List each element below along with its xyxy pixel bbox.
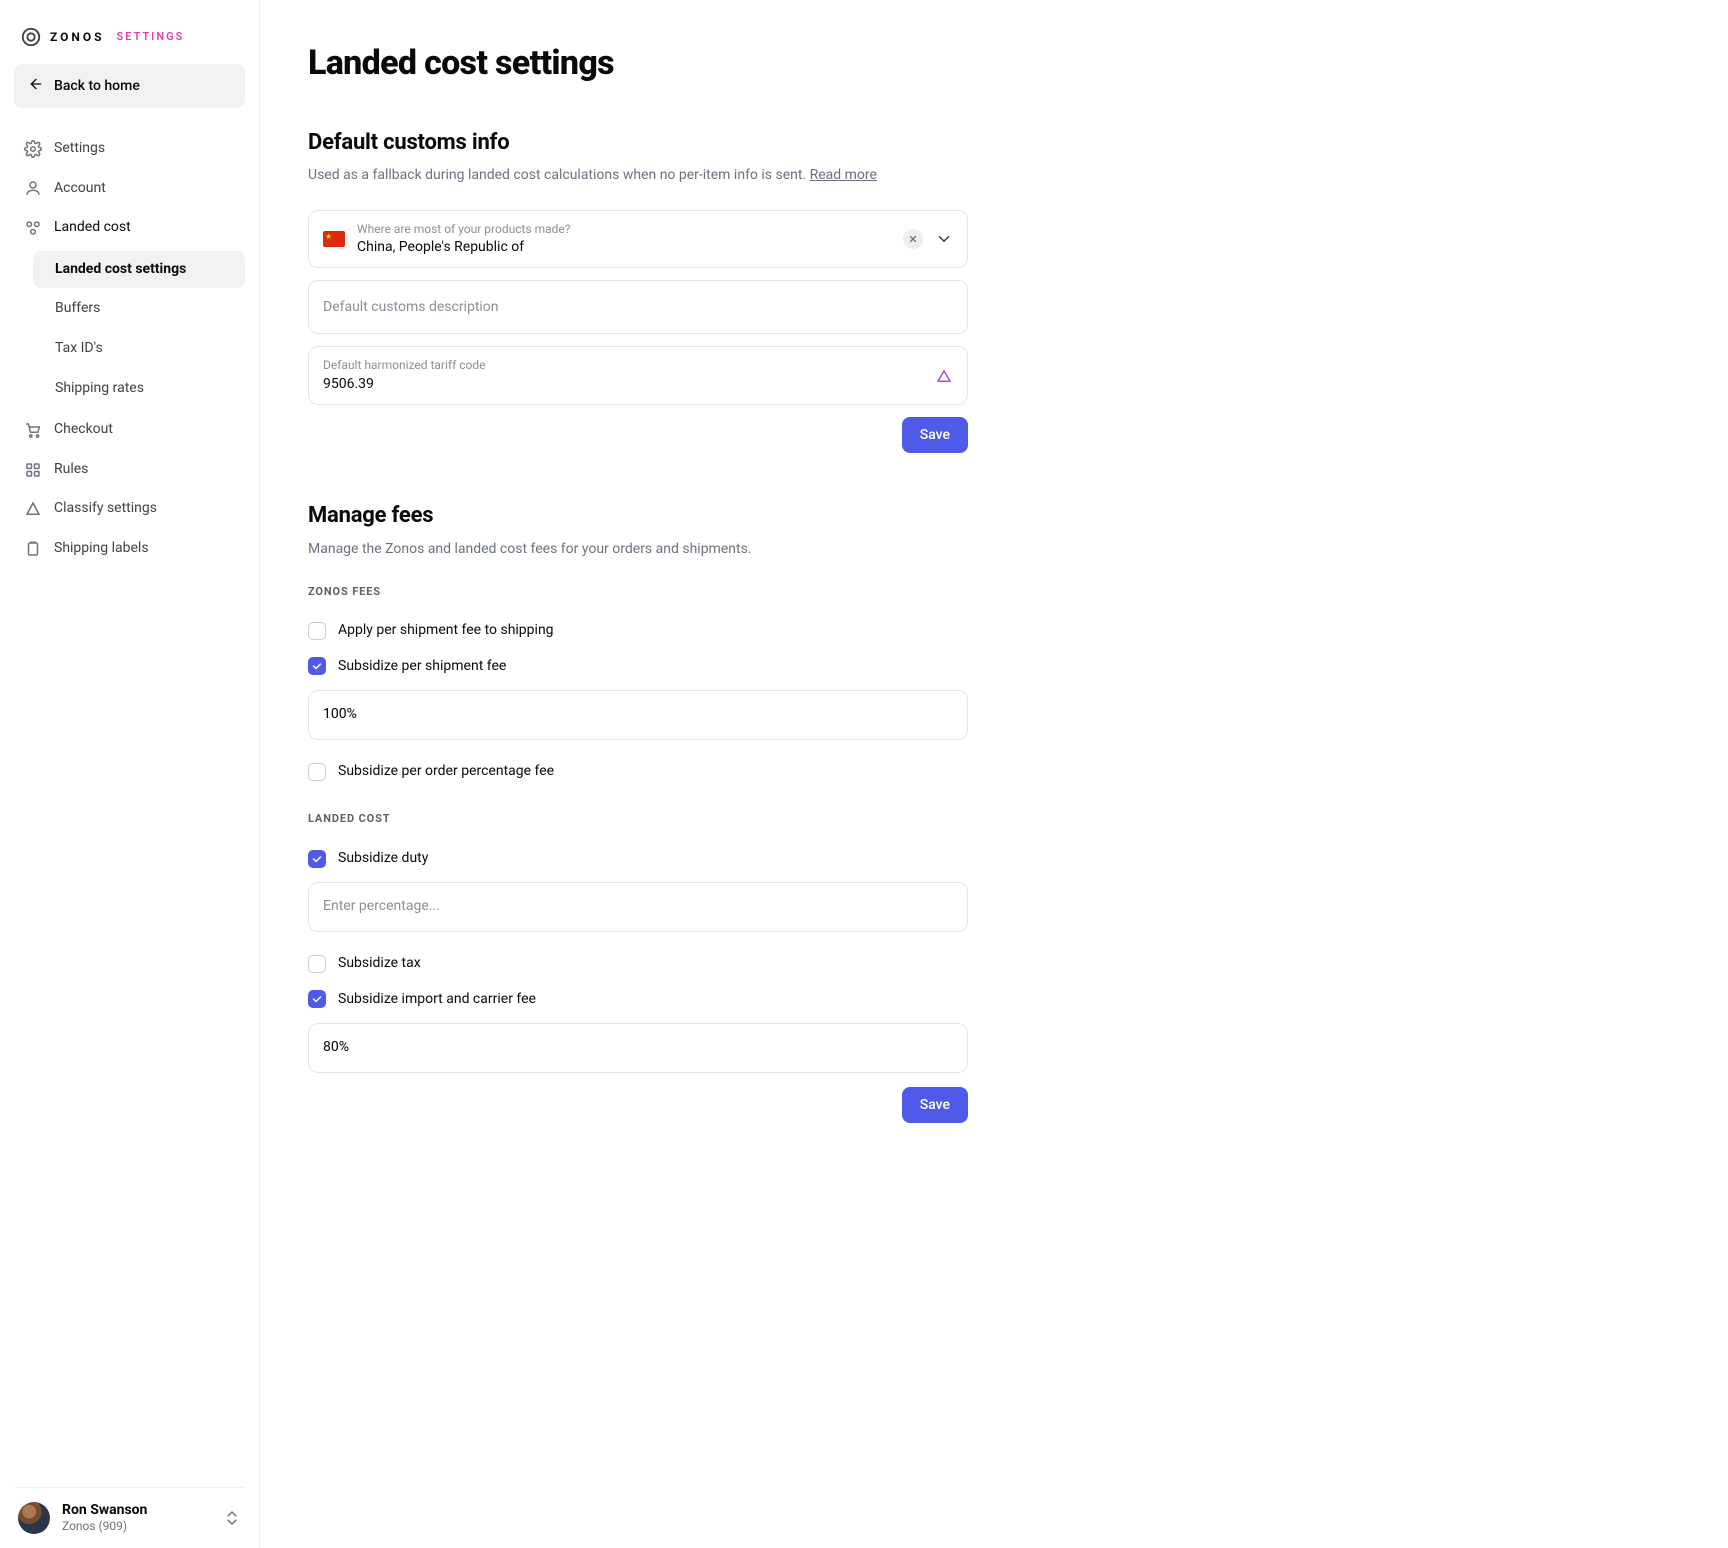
per-shipment-pct-field[interactable]: [308, 690, 968, 740]
subnav-tax-ids[interactable]: Tax ID's: [33, 330, 245, 368]
sidebar-item-checkout[interactable]: Checkout: [14, 411, 245, 449]
sidebar: ZONOS SETTINGS Back to home Settings Acc…: [0, 0, 260, 1548]
section-desc-fees: Manage the Zonos and landed cost fees fo…: [308, 540, 968, 560]
check-label: Subsidize per shipment fee: [338, 657, 506, 677]
triangle-icon: [24, 500, 42, 518]
cart-icon: [24, 421, 42, 439]
duty-pct-input[interactable]: [323, 898, 953, 914]
per-shipment-pct-input[interactable]: [323, 706, 953, 722]
back-label: Back to home: [54, 78, 140, 94]
chevron-down-icon: [935, 230, 953, 248]
check-label: Subsidize tax: [338, 954, 421, 974]
chevrons-up-down-icon: [223, 1509, 241, 1527]
sidebar-item-label: Account: [54, 179, 106, 199]
customs-description-field[interactable]: [308, 280, 968, 334]
subsidize-import-checkbox[interactable]: [308, 990, 326, 1008]
user-switcher[interactable]: Ron Swanson Zonos (909): [14, 1487, 245, 1534]
origin-value: China, People's Republic of: [357, 238, 891, 258]
section-desc-customs: Used as a fallback during landed cost ca…: [308, 166, 968, 186]
sidebar-item-label: Shipping labels: [54, 539, 149, 559]
user-icon: [24, 179, 42, 197]
subnav-landed-cost-settings[interactable]: Landed cost settings: [33, 251, 245, 289]
user-name: Ron Swanson: [62, 1502, 211, 1519]
desc-text: Used as a fallback during landed cost ca…: [308, 167, 810, 183]
duty-pct-field[interactable]: [308, 882, 968, 932]
landed-cost-header: LANDED COST: [308, 811, 968, 826]
subnav-buffers[interactable]: Buffers: [33, 290, 245, 328]
tariff-field[interactable]: Default harmonized tariff code: [308, 346, 968, 405]
landed-cost-icon: [24, 219, 42, 237]
sidebar-item-label: Landed cost: [54, 218, 131, 238]
sidebar-item-classify[interactable]: Classify settings: [14, 490, 245, 528]
user-org: Zonos (909): [62, 1519, 211, 1533]
arrow-left-icon: [28, 76, 44, 96]
check-label: Apply per shipment fee to shipping: [338, 621, 554, 641]
gear-icon: [24, 140, 42, 158]
checkbox-row-apply-per-shipment: Apply per shipment fee to shipping: [308, 613, 968, 649]
sidebar-item-shipping-labels[interactable]: Shipping labels: [14, 530, 245, 568]
china-flag-icon: [323, 231, 345, 247]
subnav-label: Landed cost settings: [55, 261, 186, 277]
classify-triangle-icon: [935, 367, 953, 385]
tariff-input[interactable]: [323, 374, 923, 394]
sidebar-item-label: Rules: [54, 460, 88, 480]
section-heading-customs: Default customs info: [308, 128, 968, 159]
import-pct-input[interactable]: [323, 1039, 953, 1055]
clipboard-icon: [24, 540, 42, 558]
check-label: Subsidize per order percentage fee: [338, 762, 554, 782]
read-more-link[interactable]: Read more: [810, 167, 877, 183]
zonos-logo-icon: [20, 26, 42, 48]
customs-description-input[interactable]: [323, 291, 953, 323]
sidebar-item-label: Checkout: [54, 420, 113, 440]
section-heading-fees: Manage fees: [308, 501, 968, 532]
check-label: Subsidize import and carrier fee: [338, 990, 536, 1010]
user-block: Ron Swanson Zonos (909): [62, 1502, 211, 1533]
sidebar-item-account[interactable]: Account: [14, 170, 245, 208]
check-label: Subsidize duty: [338, 849, 428, 869]
clear-icon[interactable]: [903, 229, 923, 249]
primary-nav: Settings Account Landed cost Landed cost…: [14, 130, 245, 568]
page-title: Landed cost settings: [308, 40, 1232, 88]
subsidize-tax-checkbox[interactable]: [308, 955, 326, 973]
checkbox-row-subsidize-import: Subsidize import and carrier fee: [308, 982, 968, 1018]
checkbox-row-subsidize-duty: Subsidize duty: [308, 841, 968, 877]
subnav-label: Shipping rates: [55, 380, 144, 396]
checkbox-row-subsidize-per-order: Subsidize per order percentage fee: [308, 754, 968, 790]
tariff-label: Default harmonized tariff code: [323, 357, 923, 374]
subnav-shipping-rates[interactable]: Shipping rates: [33, 370, 245, 408]
save-customs-button[interactable]: Save: [902, 417, 968, 453]
checkbox-row-subsidize-per-shipment: Subsidize per shipment fee: [308, 649, 968, 685]
avatar: [18, 1502, 50, 1534]
main-content: Landed cost settings Default customs inf…: [260, 0, 1280, 1548]
origin-label: Where are most of your products made?: [357, 221, 891, 238]
sidebar-item-label: Classify settings: [54, 499, 157, 519]
import-pct-field[interactable]: [308, 1023, 968, 1073]
brand-section: SETTINGS: [117, 29, 185, 44]
subnav-label: Buffers: [55, 300, 100, 316]
zonos-fees-header: ZONOS FEES: [308, 584, 968, 599]
checkbox-row-subsidize-tax: Subsidize tax: [308, 946, 968, 982]
subnav-label: Tax ID's: [55, 340, 103, 356]
subsidize-per-order-checkbox[interactable]: [308, 763, 326, 781]
apply-per-shipment-checkbox[interactable]: [308, 622, 326, 640]
sidebar-item-landed-cost[interactable]: Landed cost: [14, 209, 245, 247]
section-customs: Default customs info Used as a fallback …: [308, 128, 968, 454]
brand-name: ZONOS: [50, 29, 105, 46]
sidebar-item-settings[interactable]: Settings: [14, 130, 245, 168]
subsidize-per-shipment-checkbox[interactable]: [308, 657, 326, 675]
brand-row: ZONOS SETTINGS: [14, 20, 245, 64]
subsidize-duty-checkbox[interactable]: [308, 850, 326, 868]
origin-select[interactable]: Where are most of your products made? Ch…: [308, 210, 968, 268]
grid-icon: [24, 461, 42, 479]
sidebar-item-label: Settings: [54, 139, 105, 159]
section-fees: Manage fees Manage the Zonos and landed …: [308, 501, 968, 1123]
sidebar-item-rules[interactable]: Rules: [14, 451, 245, 489]
landed-cost-subnav: Landed cost settings Buffers Tax ID's Sh…: [32, 251, 245, 407]
back-to-home-button[interactable]: Back to home: [14, 64, 245, 108]
save-fees-button[interactable]: Save: [902, 1087, 968, 1123]
